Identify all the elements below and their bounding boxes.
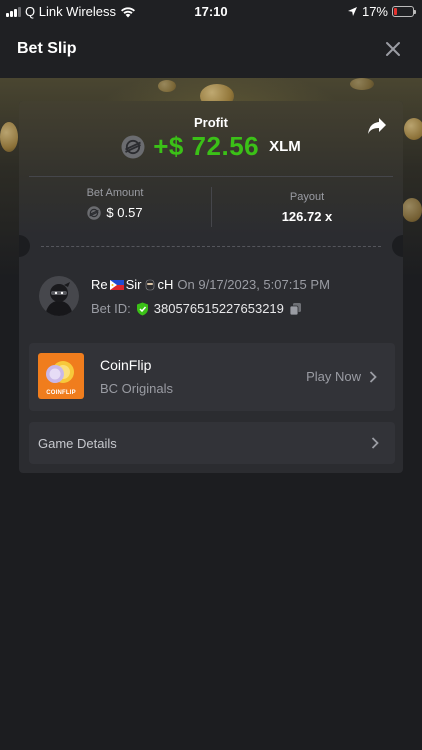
play-now-label: Play Now bbox=[306, 369, 361, 384]
stellar-lumens-icon bbox=[87, 205, 102, 220]
ticket-notch bbox=[19, 235, 30, 257]
decorative-coin bbox=[402, 198, 422, 222]
avatar[interactable] bbox=[39, 276, 79, 316]
bet-amount-value-row: $ 0.57 bbox=[19, 205, 211, 220]
decorative-coin bbox=[350, 78, 374, 90]
decorative-coin bbox=[0, 122, 18, 152]
player-name-part: Sir bbox=[125, 277, 142, 292]
shield-check-icon bbox=[136, 302, 148, 315]
thumbnail-label: COINFLIP bbox=[46, 390, 76, 396]
profit-currency: XLM bbox=[269, 138, 301, 155]
game-thumbnail: COINFLIP bbox=[38, 353, 84, 399]
ninja-emoji-icon bbox=[145, 279, 154, 290]
bet-id-value: 380576515227653219 bbox=[153, 301, 284, 316]
header: Bet Slip bbox=[0, 22, 422, 78]
status-right: 17% bbox=[347, 4, 416, 19]
bet-id-label: Bet ID: bbox=[91, 301, 131, 316]
philippines-flag-icon bbox=[109, 279, 124, 290]
payout-label: Payout bbox=[289, 191, 325, 203]
profit-label: Profit bbox=[194, 115, 228, 130]
location-arrow-icon bbox=[347, 7, 357, 16]
bet-id-row: Bet ID: 380576515227653219 bbox=[91, 301, 302, 316]
decorative-coin bbox=[404, 118, 422, 140]
game-details-row[interactable]: Game Details bbox=[29, 422, 395, 464]
player-info: Re Sir cH On 9/17/2023, 5:07:15 PM bbox=[91, 277, 330, 292]
battery-icon bbox=[392, 6, 416, 17]
game-row[interactable]: COINFLIP CoinFlip BC Originals Play Now bbox=[29, 343, 395, 411]
battery-percent: 17% bbox=[361, 4, 388, 19]
chevron-right-icon bbox=[371, 437, 379, 449]
bet-slip-card: Profit +$ 72.56 XLM Bet Amount $ 0.57 Pa… bbox=[19, 101, 403, 473]
ninja-avatar-icon bbox=[39, 276, 79, 316]
share-arrow-icon[interactable] bbox=[367, 117, 387, 135]
player-name-part: cH bbox=[157, 277, 174, 292]
close-icon[interactable] bbox=[384, 40, 402, 58]
page-title: Bet Slip bbox=[17, 40, 77, 57]
play-now-button[interactable]: Play Now bbox=[306, 369, 377, 384]
ticket-notch bbox=[392, 235, 403, 257]
profit-amount: +$ 72.56 bbox=[153, 131, 260, 161]
bet-amount-value: $ 0.57 bbox=[106, 205, 143, 220]
payout-stat: Payout 126.72 x bbox=[211, 191, 403, 224]
game-details-label: Game Details bbox=[38, 436, 117, 451]
dashed-separator bbox=[41, 246, 381, 247]
profit-row: +$ 72.56 XLM bbox=[19, 131, 403, 162]
stellar-lumens-icon bbox=[121, 135, 145, 158]
copy-icon[interactable] bbox=[289, 302, 302, 316]
bet-amount-label: Bet Amount bbox=[86, 187, 144, 199]
status-bar: Q Link Wireless 17:10 17% bbox=[0, 0, 422, 22]
bet-amount-stat: Bet Amount $ 0.57 bbox=[19, 187, 211, 220]
game-name: CoinFlip bbox=[100, 357, 152, 373]
bet-datetime: On 9/17/2023, 5:07:15 PM bbox=[177, 277, 330, 292]
payout-value: 126.72 x bbox=[281, 209, 333, 224]
decorative-coin bbox=[158, 80, 176, 92]
game-provider: BC Originals bbox=[100, 381, 173, 396]
divider bbox=[29, 176, 393, 177]
chevron-right-icon bbox=[369, 370, 377, 383]
player-name-part: Re bbox=[91, 277, 108, 292]
